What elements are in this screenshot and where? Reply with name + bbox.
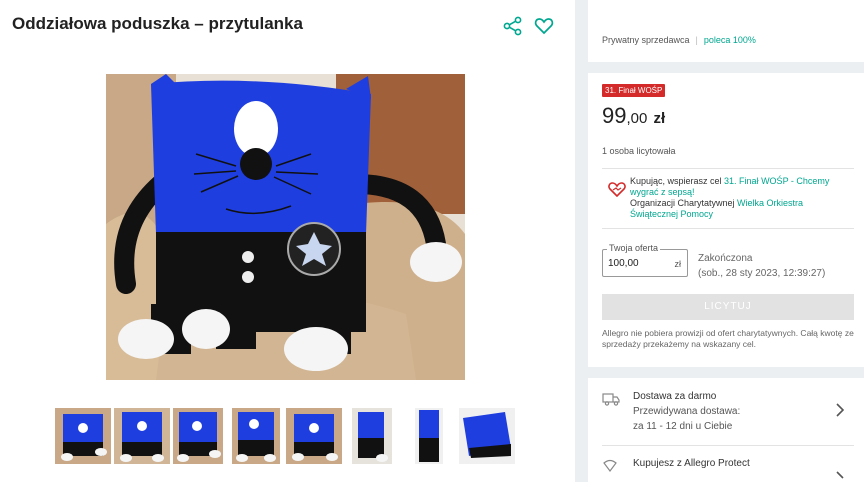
seller-box: Prywatny sprzedawca | poleca 100%: [588, 0, 864, 62]
column-divider: [575, 0, 588, 482]
charity-info: Kupując, wspierasz cel 31. Finał WOŚP - …: [630, 176, 850, 220]
price-cents: ,00: [626, 110, 648, 127]
price: 99,00 zł: [602, 103, 665, 129]
product-title: Oddziałowa poduszka – przytulanka: [12, 14, 303, 33]
delivery-estimate: za 11 - 12 dni u Ciebie: [633, 421, 733, 432]
section-divider: [588, 367, 864, 378]
thumbnail[interactable]: [55, 408, 111, 464]
bid-currency: zł: [674, 259, 682, 269]
thumbnail[interactable]: [232, 408, 280, 464]
heart-charity-icon: [608, 182, 626, 197]
auction-status: Zakończona (sob., 28 sty 2023, 12:39:27): [698, 251, 825, 281]
bid-button[interactable]: LICYTUJ: [602, 294, 854, 320]
thumbnail[interactable]: [173, 408, 223, 464]
charity-line1: Kupując, wspierasz cel: [630, 176, 725, 186]
product-page: Oddziałowa poduszka – przytulanka Prywat…: [0, 0, 864, 482]
thumbnail[interactable]: [114, 408, 170, 464]
price-main: 99: [602, 103, 627, 128]
charity-line2: Organizacji Charytatywnej: [630, 198, 738, 208]
delivery-info[interactable]: Dostawa za darmo Przewidywana dostawa: z…: [633, 389, 740, 434]
share-icon[interactable]: [503, 16, 523, 36]
heart-outline-icon[interactable]: [534, 16, 554, 36]
charity-badge: 31. Finał WOŚP: [602, 84, 666, 97]
seller-recommend-link[interactable]: poleca 100%: [704, 35, 756, 45]
commission-note: Allegro nie pobiera prowizji od ofert ch…: [602, 328, 854, 349]
purchase-panel: Prywatny sprzedawca | poleca 100% 31. Fina…: [588, 0, 864, 482]
shield-icon: [603, 459, 617, 472]
main-product-photo[interactable]: [106, 74, 465, 380]
auction-ended-label: Zakończona: [698, 253, 753, 264]
thumbnail[interactable]: [286, 408, 342, 464]
seller-info: Prywatny sprzedawca | poleca 100%: [602, 35, 756, 45]
divider: [602, 228, 854, 229]
thumbnail[interactable]: [459, 408, 515, 464]
price-currency: zł: [653, 110, 666, 127]
chevron-right-icon[interactable]: [835, 403, 845, 417]
auction-end-date: (sob., 28 sty 2023, 12:39:27): [698, 268, 826, 279]
bid-field-label: Twoja oferta: [607, 243, 661, 253]
seller-type: Prywatny sprzedawca: [602, 35, 690, 45]
divider: [602, 168, 854, 169]
protect-title[interactable]: Kupujesz z Allegro Protect: [633, 458, 750, 469]
divider: [602, 445, 854, 446]
delivery-estimate-label: Przewidywana dostawa:: [633, 406, 741, 417]
separator: |: [695, 35, 698, 45]
section-divider: [588, 62, 864, 73]
delivery-title: Dostawa za darmo: [633, 391, 717, 402]
bid-field: Twoja oferta zł: [602, 243, 688, 277]
chevron-right-icon[interactable]: [835, 471, 845, 482]
bid-input[interactable]: [608, 258, 668, 269]
thumbnail[interactable]: [415, 408, 443, 464]
thumbnail[interactable]: [352, 408, 392, 464]
gallery-panel: Oddziałowa poduszka – przytulanka: [0, 0, 575, 482]
bidders-count: 1 osoba licytowała: [602, 146, 676, 156]
truck-icon: [602, 393, 620, 406]
